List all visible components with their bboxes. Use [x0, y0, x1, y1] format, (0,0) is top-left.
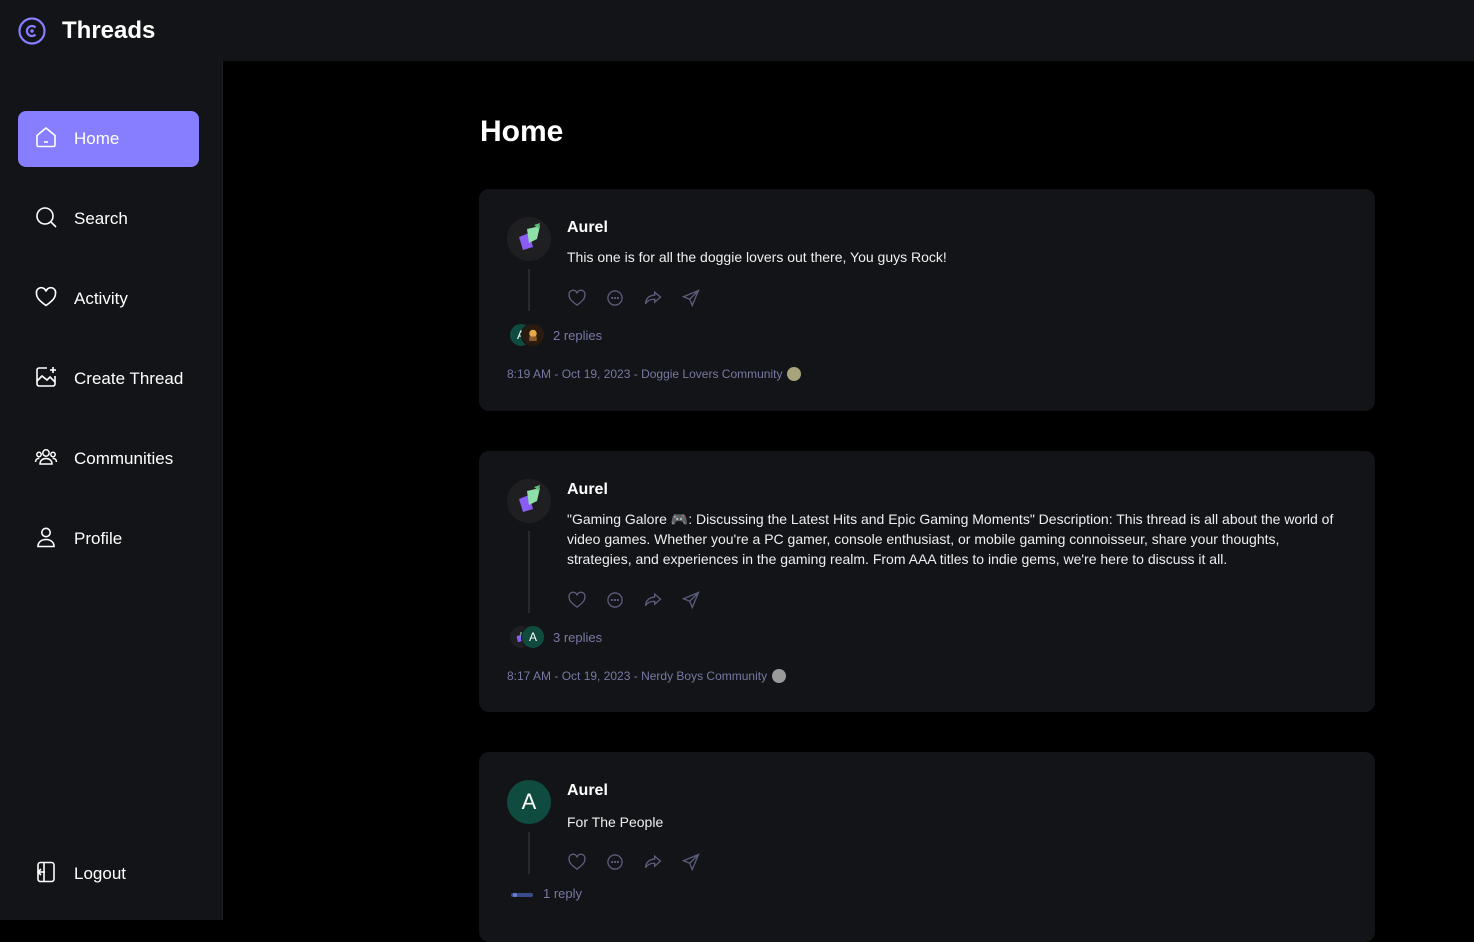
sidebar-item-label: Communities — [74, 449, 174, 468]
community-icon — [787, 367, 802, 381]
sidebar-item-label: Activity — [74, 289, 128, 308]
reply-icon[interactable] — [605, 590, 625, 610]
replies-row: A 3 replies — [509, 625, 602, 649]
users-icon — [34, 445, 58, 474]
left-sidebar: Home Search Activity Create Thread Commu… — [0, 61, 223, 920]
repost-icon[interactable] — [643, 288, 663, 308]
avatar[interactable]: A — [507, 780, 551, 824]
share-icon[interactable] — [681, 852, 701, 872]
page-title: Home — [480, 115, 564, 148]
thread-card: Aurel "Gaming Galore 🎮: Discussing the L… — [479, 451, 1375, 712]
sidebar-item-communities[interactable]: Communities — [18, 431, 199, 487]
replies-link[interactable]: 3 replies — [553, 630, 602, 645]
author-name[interactable]: Aurel — [567, 782, 608, 800]
sidebar-item-create-thread[interactable]: Create Thread — [18, 351, 199, 407]
thread-meta-text[interactable]: 8:19 AM - Oct 19, 2023 - Doggie Lovers C… — [507, 367, 782, 381]
logout-button[interactable]: Logout — [18, 846, 199, 902]
reply-icon[interactable] — [605, 852, 625, 872]
replies-link[interactable]: 2 replies — [553, 328, 602, 343]
logo-icon[interactable] — [18, 16, 46, 45]
repost-icon[interactable] — [643, 852, 663, 872]
thread-actions — [567, 288, 701, 308]
thread-meta: 8:17 AM - Oct 19, 2023 - Nerdy Boys Comm… — [507, 669, 787, 683]
thread-meta: 8:19 AM - Oct 19, 2023 - Doggie Lovers C… — [507, 367, 802, 381]
replies-row: 1 reply — [509, 886, 582, 901]
thread-actions — [567, 590, 701, 610]
thread-content: For The People — [567, 814, 664, 830]
avatar[interactable] — [507, 479, 551, 523]
thread-content: This one is for all the doggie lovers ou… — [567, 249, 947, 265]
sidebar-item-label: Home — [74, 129, 120, 148]
app-title[interactable]: Threads — [62, 17, 155, 45]
home-icon — [34, 125, 58, 154]
reply-avatar — [509, 888, 535, 900]
user-icon — [34, 525, 58, 554]
thread-card: A Aurel For The People 1 reply — [479, 752, 1375, 942]
thread-line — [528, 269, 530, 311]
author-name[interactable]: Aurel — [567, 481, 608, 499]
sidebar-item-label: Search — [74, 209, 128, 228]
sidebar-item-activity[interactable]: Activity — [18, 271, 199, 327]
share-icon[interactable] — [681, 590, 701, 610]
create-icon — [34, 365, 58, 394]
heart-icon[interactable] — [567, 288, 587, 308]
avatar[interactable] — [507, 217, 551, 261]
logout-icon — [34, 860, 58, 889]
sidebar-item-label: Create Thread — [74, 369, 184, 388]
heart-icon[interactable] — [567, 590, 587, 610]
sidebar-item-label: Profile — [74, 529, 123, 548]
thread-line — [528, 832, 530, 874]
thread-actions — [567, 852, 701, 872]
sidebar-item-search[interactable]: Search — [18, 191, 199, 247]
thread-meta-text[interactable]: 8:17 AM - Oct 19, 2023 - Nerdy Boys Comm… — [507, 669, 767, 683]
replies-link[interactable]: 1 reply — [543, 886, 582, 901]
reply-avatar — [521, 323, 545, 347]
community-icon — [772, 669, 787, 683]
reply-avatar: A — [521, 625, 545, 649]
heart-icon[interactable] — [567, 852, 587, 872]
top-bar: Threads — [0, 0, 1474, 61]
reply-icon[interactable] — [605, 288, 625, 308]
main-feed: Home Aurel This one is for all the doggi… — [224, 61, 1474, 942]
sidebar-item-profile[interactable]: Profile — [18, 511, 199, 567]
replies-row: A 2 replies — [509, 323, 602, 347]
thread-line — [528, 531, 530, 613]
heart-icon — [34, 285, 58, 314]
sidebar-item-home[interactable]: Home — [18, 111, 199, 167]
share-icon[interactable] — [681, 288, 701, 308]
thread-card: Aurel This one is for all the doggie lov… — [479, 189, 1375, 411]
repost-icon[interactable] — [643, 590, 663, 610]
author-name[interactable]: Aurel — [567, 219, 608, 237]
logout-label: Logout — [74, 864, 126, 883]
thread-content: "Gaming Galore 🎮: Discussing the Latest … — [567, 511, 1334, 567]
search-icon — [34, 205, 58, 234]
